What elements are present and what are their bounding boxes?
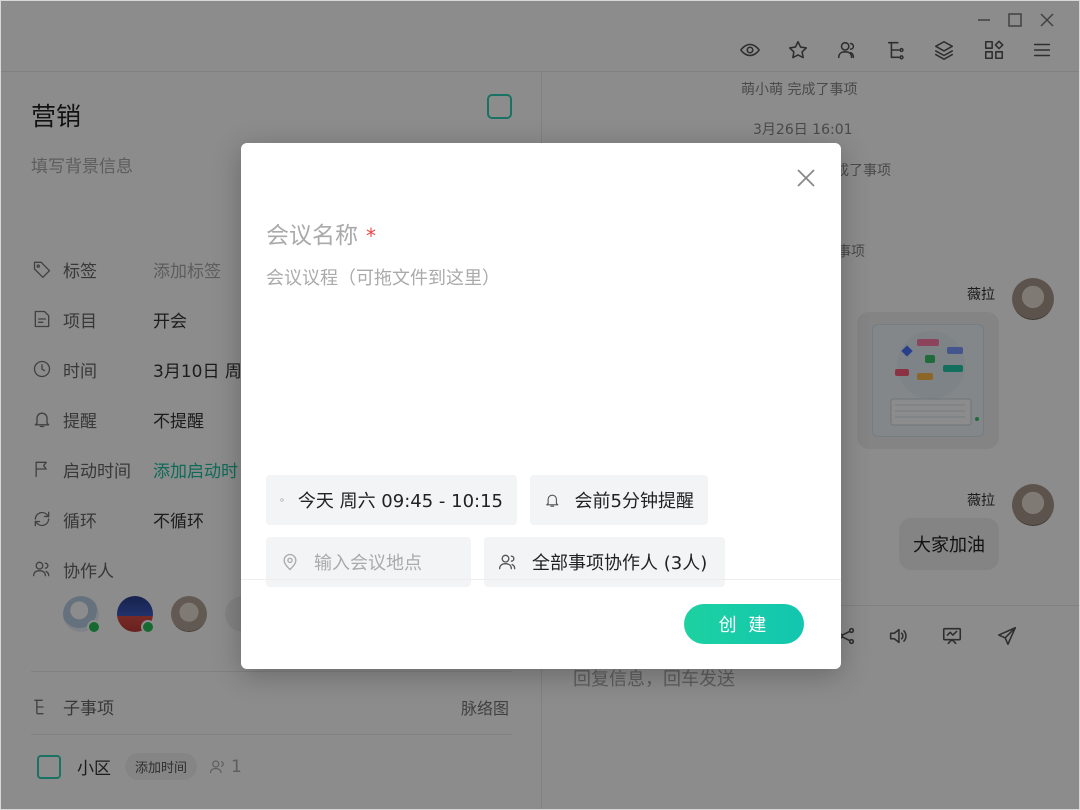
- reminder-chip[interactable]: 会前5分钟提醒: [530, 475, 708, 525]
- location-pin-icon: [283, 553, 297, 571]
- clock-icon: [280, 498, 284, 502]
- people-icon: [499, 554, 516, 570]
- dialog-footer-divider: [241, 579, 841, 580]
- app-window: 营销 填写背景信息 标签 添加标签 项目 开会 时间 3月10日 周 提醒 不提…: [0, 0, 1080, 810]
- agenda-input[interactable]: 会议议程（可拖文件到这里）: [266, 264, 500, 290]
- meeting-name-input[interactable]: 会议名称 *: [266, 216, 376, 250]
- time-chip[interactable]: 今天 周六 09:45 - 10:15: [266, 475, 517, 525]
- close-icon[interactable]: [795, 167, 817, 189]
- required-mark: *: [366, 224, 376, 248]
- create-button[interactable]: 创 建: [684, 604, 804, 644]
- create-meeting-dialog: 会议名称 * 会议议程（可拖文件到这里） 今天 周六 09:45 - 10:15…: [241, 143, 841, 669]
- meeting-name-placeholder: 会议名称: [266, 223, 358, 249]
- bell-icon: [546, 494, 559, 507]
